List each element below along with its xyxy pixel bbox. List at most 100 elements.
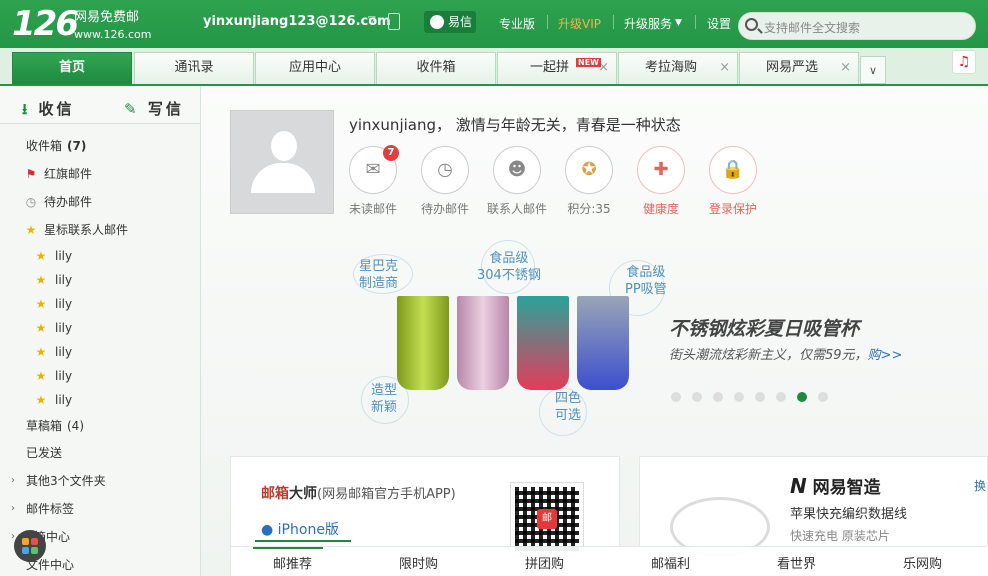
health-kit-icon: ✚: [653, 159, 669, 180]
sidebar-item-starred-contacts[interactable]: ★ 星标联系人邮件: [0, 219, 200, 241]
app-grid-icon[interactable]: [14, 530, 46, 562]
chevron-right-icon[interactable]: ›: [6, 474, 20, 488]
chevron-right-icon[interactable]: ›: [6, 502, 20, 516]
tab-yanxuan[interactable]: 网易严选 ×: [739, 52, 859, 84]
sidebar-item-label: lily: [55, 393, 73, 407]
top-header: 126 网易免费邮 www.126.com yinxunjiang123@126…: [0, 0, 988, 48]
music-icon[interactable]: ♫: [952, 50, 976, 74]
sidebar-item-drafts[interactable]: 草稿箱 (4): [0, 415, 200, 437]
main-content: yinxunjiang， 激情与年龄无关，青春是一种状态 ✉ 7 未读邮件 ◷ …: [201, 86, 988, 576]
logo-number[interactable]: 126: [12, 6, 79, 42]
logo-url: www.126.com: [74, 28, 152, 41]
stat-unread[interactable]: ✉ 7 未读邮件: [343, 145, 403, 217]
sidebar-item-sent[interactable]: 已发送: [0, 442, 200, 464]
carousel-dot[interactable]: [671, 392, 681, 402]
sidebar-item-inbox[interactable]: 收件箱 (7): [0, 135, 200, 157]
promo-banner[interactable]: 星巴克 制造商 食品级 304不锈钢 食品级 PP吸管 造型 新颖 四色 可选 …: [331, 236, 988, 436]
tab-more-chevron-icon[interactable]: ∨: [860, 56, 886, 84]
chevron-down-icon[interactable]: ▼: [675, 18, 682, 28]
sidebar-item-contact[interactable]: ★ lily: [0, 389, 200, 411]
sidebar-item-label: 邮件标签: [26, 502, 75, 516]
sidebar-item-label: 草稿箱: [26, 419, 63, 433]
sidebar-item-contact[interactable]: ★ lily: [0, 317, 200, 339]
star-icon: ★: [35, 369, 47, 383]
sidebar-item-label: 红旗邮件: [44, 167, 93, 181]
nav-upgrade-service[interactable]: 升级服务: [624, 15, 672, 32]
account-name[interactable]: yinxunjiang123@126.com: [203, 14, 391, 29]
sidebar-item-other-folders[interactable]: › 其他3个文件夹: [0, 470, 200, 492]
tab-label: 通讯录: [174, 60, 214, 75]
tag-steel: 食品级 304不锈钢: [477, 251, 541, 283]
tab-label: 应用中心: [288, 60, 341, 75]
nav-settings[interactable]: 设置: [707, 15, 731, 32]
app-desc: (网易邮箱官方手机APP): [317, 487, 456, 502]
tab-kaola[interactable]: 考拉海购 ×: [618, 52, 738, 84]
receive-label: 收信: [38, 100, 75, 118]
drafts-count: (4): [67, 419, 84, 433]
sidebar-item-flagged[interactable]: ⚑ 红旗邮件: [0, 163, 200, 185]
tag-straw: 食品级 PP吸管: [625, 265, 667, 297]
clock-icon: ◷: [437, 159, 453, 180]
tab-group-buy[interactable]: 一起拼 ×: [497, 52, 617, 84]
carousel-dot[interactable]: [776, 392, 786, 402]
yixin-icon: [430, 15, 444, 29]
mobile-phone-icon[interactable]: [388, 13, 400, 30]
close-icon[interactable]: ×: [840, 53, 851, 83]
nav-group-buy[interactable]: 拼团购: [525, 553, 564, 572]
tab-app-center[interactable]: 应用中心: [255, 52, 375, 84]
carousel-dot[interactable]: [818, 392, 828, 402]
carousel-dot[interactable]: [692, 392, 702, 402]
switch-link[interactable]: 换: [974, 477, 986, 494]
apple-icon: ●: [261, 522, 274, 538]
tab-contacts[interactable]: 通讯录: [134, 52, 254, 84]
sidebar-item-contact[interactable]: ★ lily: [0, 245, 200, 267]
tag-colors: 四色 可选: [555, 391, 582, 423]
sidebar-item-mail-tags[interactable]: › 邮件标签: [0, 498, 200, 520]
stat-points[interactable]: ✪ 积分:35: [559, 146, 619, 217]
sidebar-item-contact[interactable]: ★ lily: [0, 269, 200, 291]
nav-flash-sale[interactable]: 限时购: [399, 553, 438, 572]
cup-image: [457, 296, 509, 390]
star-icon: ★: [35, 321, 47, 335]
nav-separator: [695, 15, 696, 29]
sidebar-item-contact[interactable]: ★ lily: [0, 341, 200, 363]
iphone-version-tab[interactable]: ● iPhone版: [261, 519, 339, 539]
nav-mail-recommend[interactable]: 邮推荐: [273, 553, 312, 572]
stat-login-protect[interactable]: 🔒 登录保护: [703, 146, 763, 217]
cup-image: [577, 296, 629, 390]
sidebar-item-label: lily: [55, 321, 73, 335]
recommend-nav: 邮推荐 限时购 拼团购 邮福利 看世界 乐网购: [231, 546, 988, 576]
sidebar-item-label: lily: [55, 345, 73, 359]
sidebar-item-contact[interactable]: ★ lily: [0, 365, 200, 387]
carousel-dot[interactable]: [734, 392, 744, 402]
close-icon[interactable]: ×: [719, 53, 730, 83]
banner-buy-link[interactable]: 购>>: [868, 348, 903, 363]
app-grid-square: [31, 538, 38, 545]
sidebar-item-contact[interactable]: ★ lily: [0, 293, 200, 315]
avatar-body: [251, 163, 315, 193]
star-icon: ★: [35, 393, 47, 407]
carousel-dot-active[interactable]: [797, 392, 807, 402]
tag-starbucks: 星巴克 制造商: [359, 259, 399, 291]
account-dropdown-icon[interactable]: ▽: [368, 15, 376, 26]
stat-todo[interactable]: ◷ 待办邮件: [415, 146, 475, 217]
write-mail-button[interactable]: ✎ 写信: [124, 92, 184, 126]
search-input[interactable]: 支持邮件全文搜索: [764, 19, 860, 36]
stat-contact-mail[interactable]: ☻ 联系人邮件: [487, 146, 547, 217]
avatar[interactable]: [230, 110, 334, 214]
tab-inbox[interactable]: 收件箱: [376, 52, 496, 84]
nav-pro-version[interactable]: 专业版: [499, 15, 535, 32]
sidebar-item-label: lily: [55, 369, 73, 383]
carousel-dot[interactable]: [755, 392, 765, 402]
nav-happy-shop[interactable]: 乐网购: [903, 553, 942, 572]
nav-mail-welfare[interactable]: 邮福利: [651, 553, 690, 572]
nav-see-world[interactable]: 看世界: [777, 553, 816, 572]
tab-home[interactable]: 首页: [12, 52, 132, 84]
stat-health[interactable]: ✚ 健康度: [631, 146, 691, 217]
nav-upgrade-vip[interactable]: 升级VIP: [558, 15, 601, 32]
search-icon[interactable]: [745, 18, 758, 31]
sidebar-item-label: lily: [55, 249, 73, 263]
receive-mail-button[interactable]: ⭳ 收信: [22, 92, 75, 126]
carousel-dot[interactable]: [713, 392, 723, 402]
sidebar-item-todo[interactable]: ◷ 待办邮件: [0, 191, 200, 213]
